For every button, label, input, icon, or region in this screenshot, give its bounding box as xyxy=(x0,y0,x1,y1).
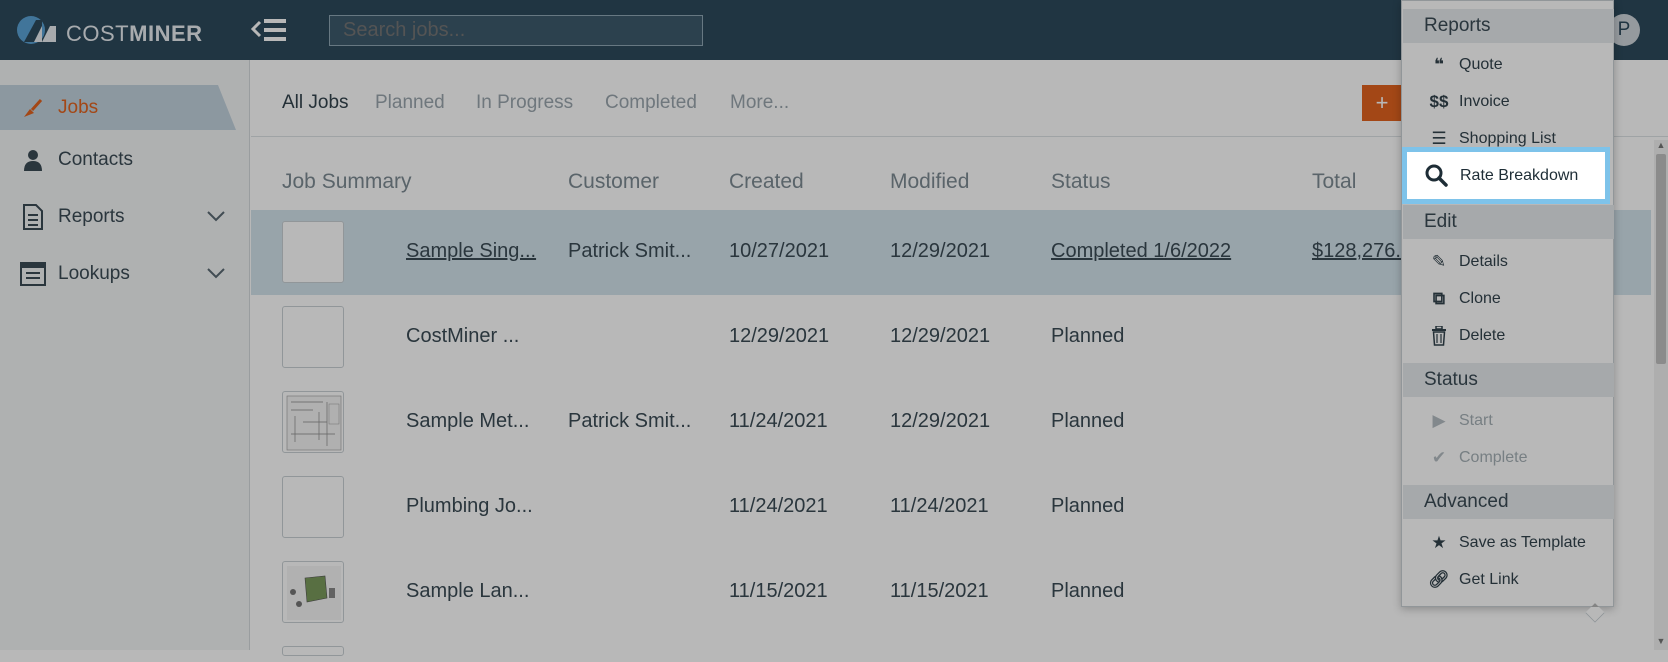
menu-item-start: ▶ Start xyxy=(1403,403,1614,439)
job-actions-dropdown: Reports ❝ Quote $$ Invoice ☰ Shopping Li… xyxy=(1401,0,1614,607)
quote-icon: ❝ xyxy=(1434,55,1444,74)
section-header-status: Status xyxy=(1403,363,1614,397)
pencil-icon: ✎ xyxy=(1431,252,1447,271)
dollar-icon: $$ xyxy=(1429,92,1449,111)
menu-item-get-link[interactable]: 🔗︎ Get Link xyxy=(1403,562,1614,598)
menu-item-clone[interactable]: ⧉ Clone xyxy=(1403,281,1614,317)
section-header-advanced: Advanced xyxy=(1403,485,1614,519)
section-header-edit: Edit xyxy=(1403,205,1614,239)
menu-item-save-as-template[interactable]: ★ Save as Template xyxy=(1403,525,1614,561)
checkmark-icon: ✔ xyxy=(1431,448,1447,467)
section-header-reports: Reports xyxy=(1403,9,1614,43)
play-icon: ▶ xyxy=(1432,411,1446,430)
menu-item-quote[interactable]: ❝ Quote xyxy=(1403,47,1614,83)
magnifier-icon xyxy=(1425,164,1449,188)
clone-icon: ⧉ xyxy=(1432,289,1446,308)
menu-item-complete: ✔ Complete xyxy=(1403,440,1614,476)
trash-icon xyxy=(1427,318,1451,354)
link-icon: 🔗︎ xyxy=(1428,570,1450,589)
menu-item-details[interactable]: ✎ Details xyxy=(1403,244,1614,280)
star-icon: ★ xyxy=(1431,533,1447,552)
menu-item-invoice[interactable]: $$ Invoice xyxy=(1403,84,1614,120)
menu-item-delete[interactable]: Delete xyxy=(1403,318,1614,354)
menu-item-rate-breakdown[interactable]: Rate Breakdown xyxy=(1402,147,1610,204)
